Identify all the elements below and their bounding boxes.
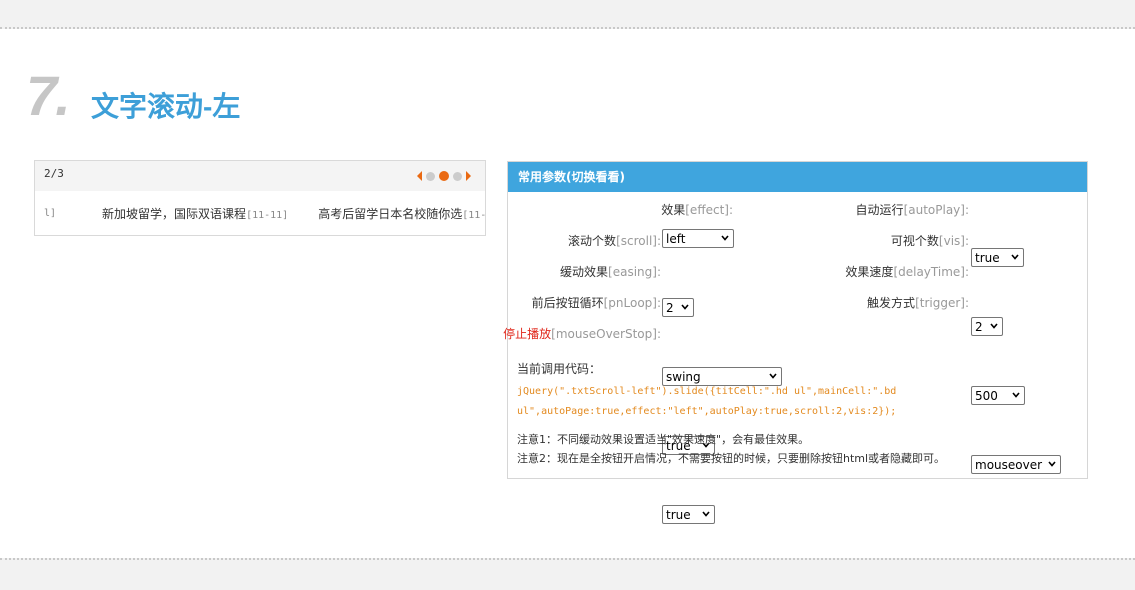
note-1: 注意1：不同缓动效果设置适当"效果速度"，会有最佳效果。 <box>517 433 810 446</box>
list-item[interactable]: 高考后留学日本名校随你选[11- <box>318 205 485 222</box>
param-autoplay: 自动运行[autoPlay]: <box>856 200 969 218</box>
param-trigger: 触发方式[trigger]: <box>867 293 969 311</box>
chevron-down-icon <box>1011 254 1019 260</box>
news-date: [11-11] <box>246 210 289 221</box>
code-text: jQuery(".txtScroll-left").slide({titCell… <box>517 386 897 417</box>
effect-select[interactable]: left <box>662 229 734 248</box>
prev-arrow-icon[interactable] <box>417 171 422 181</box>
trigger-select[interactable]: mouseover <box>971 455 1061 474</box>
news-date: [11- <box>462 210 485 221</box>
chevron-down-icon <box>990 323 998 329</box>
param-label: 前后按钮循环[pnLoop]: <box>531 295 661 310</box>
chevron-down-icon <box>702 511 710 517</box>
scroll-header: 2/3 <box>35 161 485 191</box>
param-vis: 可视个数[vis]: <box>891 231 969 249</box>
notes: 注意1：不同缓动效果设置适当"效果速度"，会有最佳效果。 注意2：现在是全按钮开… <box>517 430 945 468</box>
scroll-select[interactable]: 2 <box>662 298 694 317</box>
param-label: 缓动效果[easing]: <box>560 264 661 279</box>
param-label: 效果[effect]: <box>661 202 733 217</box>
param-scroll: 滚动个数[scroll]: <box>568 231 661 249</box>
params-header: 常用参数(切换看看) <box>508 162 1087 192</box>
list-item[interactable]: 新加坡留学，国际双语课程[11-11] <box>102 205 288 222</box>
param-label: 自动运行[autoPlay]: <box>855 202 969 217</box>
code-block: 当前调用代码： jQuery(".txtScroll-left").slide(… <box>517 360 1077 422</box>
pager-dot-2[interactable] <box>439 171 449 181</box>
note-2: 注意2：现在是全按钮开启情况，不需要按钮的时候，只要删除按钮html或者隐藏即可… <box>517 452 946 465</box>
params-panel: 常用参数(切换看看) 效果[effect]: left 自动运行[autoPla… <box>503 161 1088 524</box>
pager <box>417 170 471 182</box>
news-date: l] <box>44 208 57 219</box>
pager-dot-3[interactable] <box>453 171 462 181</box>
pager-dot-1[interactable] <box>426 171 435 181</box>
section-number: 7. <box>26 64 71 127</box>
list-item[interactable]: l] <box>44 205 56 222</box>
bottom-band <box>0 558 1135 590</box>
param-delaytime: 效果速度[delayTime]: <box>845 262 969 280</box>
param-mouseoverstop: 停止播放[mouseOverStop]: <box>503 324 661 342</box>
code-title: 当前调用代码： <box>517 362 602 376</box>
text-scroll-demo: 2/3 l] 新加坡留学，国际双语课程[11-11] 高考后留学日本名校随你选[… <box>34 160 486 236</box>
scroll-body: l] 新加坡留学，国际双语课程[11-11] 高考后留学日本名校随你选[11- <box>35 191 485 235</box>
vis-select[interactable]: 2 <box>971 317 1003 336</box>
next-arrow-icon[interactable] <box>466 171 471 181</box>
ticker-list: l] 新加坡留学，国际双语课程[11-11] 高考后留学日本名校随你选[11- <box>35 205 485 222</box>
param-label: 滚动个数[scroll]: <box>568 233 661 248</box>
chevron-down-icon <box>681 304 689 310</box>
news-link[interactable]: 新加坡留学，国际双语课程 <box>102 207 246 221</box>
param-label: 触发方式[trigger]: <box>867 295 969 310</box>
mouseoverstop-select[interactable]: true <box>662 505 715 524</box>
param-easing: 缓动效果[easing]: <box>560 262 661 280</box>
chevron-down-icon <box>721 235 729 241</box>
param-pnloop: 前后按钮循环[pnLoop]: <box>532 293 661 311</box>
chevron-down-icon <box>1048 461 1056 467</box>
param-label: 可视个数[vis]: <box>890 233 969 248</box>
top-band <box>0 0 1135 29</box>
section-title: 文字滚动-左 <box>91 91 241 122</box>
param-label: 停止播放[mouseOverStop]: <box>503 326 661 341</box>
param-label: 效果速度[delayTime]: <box>845 264 969 279</box>
page-count: 2/3 <box>44 167 64 180</box>
news-link[interactable]: 高考后留学日本名校随你选 <box>318 207 462 221</box>
param-effect: 效果[effect]: <box>661 200 733 218</box>
autoplay-select[interactable]: true <box>971 248 1024 267</box>
